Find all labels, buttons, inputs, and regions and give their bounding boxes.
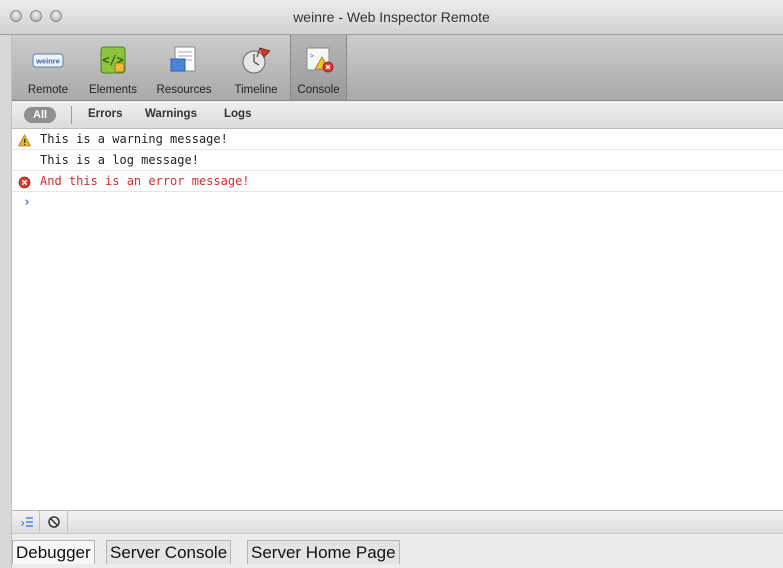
console-message-error: And this is an error message! bbox=[12, 171, 783, 192]
tab-debugger[interactable]: Debugger bbox=[12, 540, 95, 564]
toolbar-item-remote[interactable]: weinre Remote bbox=[20, 35, 76, 100]
inspector-toolbar: weinre Remote </> Elements Resources Tim… bbox=[12, 35, 783, 101]
console-toggle-button[interactable]: › bbox=[12, 511, 40, 533]
app-window: weinre - Web Inspector Remote weinre Rem… bbox=[0, 0, 783, 568]
console-prompt[interactable]: › bbox=[23, 195, 31, 210]
svg-text:weinre: weinre bbox=[35, 57, 60, 66]
window-title: weinre - Web Inspector Remote bbox=[293, 9, 490, 25]
weinre-logo-icon: weinre bbox=[32, 45, 64, 75]
svg-text:›: › bbox=[19, 516, 26, 530]
console-message-log: This is a log message! bbox=[12, 150, 783, 171]
console-filter-bar: All Errors Warnings Logs bbox=[12, 101, 783, 129]
title-bar: weinre - Web Inspector Remote bbox=[0, 0, 783, 35]
toolbar-label-remote: Remote bbox=[27, 84, 69, 96]
filter-logs[interactable]: Logs bbox=[224, 108, 251, 120]
clear-console-button[interactable] bbox=[40, 511, 68, 533]
clear-console-icon bbox=[48, 516, 60, 528]
filter-all[interactable]: All bbox=[24, 107, 57, 123]
console-output[interactable]: This is a warning message! This is a log… bbox=[12, 129, 783, 510]
console-icon: > bbox=[303, 45, 335, 75]
svg-text:>: > bbox=[310, 52, 314, 60]
timeline-icon bbox=[240, 45, 272, 75]
resources-icon bbox=[168, 45, 200, 75]
tab-server-console[interactable]: Server Console bbox=[106, 540, 232, 564]
toolbar-item-console[interactable]: > Console bbox=[290, 35, 347, 100]
console-message-text: This is a warning message! bbox=[40, 132, 228, 146]
left-edge bbox=[0, 35, 12, 568]
console-toggle-icon: › bbox=[19, 516, 33, 530]
filter-warnings[interactable]: Warnings bbox=[145, 108, 197, 120]
toolbar-label-resources: Resources bbox=[156, 84, 212, 96]
elements-icon: </> bbox=[97, 45, 129, 75]
toolbar-item-timeline[interactable]: Timeline bbox=[224, 35, 288, 100]
console-message-text: This is a log message! bbox=[40, 153, 199, 167]
status-bar: › bbox=[12, 510, 783, 533]
toolbar-label-console: Console bbox=[297, 84, 340, 96]
filter-errors[interactable]: Errors bbox=[88, 108, 123, 120]
warning-icon bbox=[17, 133, 32, 147]
filter-divider bbox=[71, 106, 72, 124]
error-icon bbox=[18, 175, 31, 189]
toolbar-item-resources[interactable]: Resources bbox=[149, 35, 219, 100]
toolbar-label-elements: Elements bbox=[89, 84, 137, 96]
bottom-tab-bar: Debugger Server Console Server Home Page bbox=[12, 533, 783, 568]
console-message-warning: This is a warning message! bbox=[12, 129, 783, 150]
toolbar-item-elements[interactable]: </> Elements bbox=[82, 35, 144, 100]
tab-server-home-page[interactable]: Server Home Page bbox=[247, 540, 400, 564]
console-message-text: And this is an error message! bbox=[40, 174, 250, 188]
toolbar-label-timeline: Timeline bbox=[234, 84, 278, 96]
